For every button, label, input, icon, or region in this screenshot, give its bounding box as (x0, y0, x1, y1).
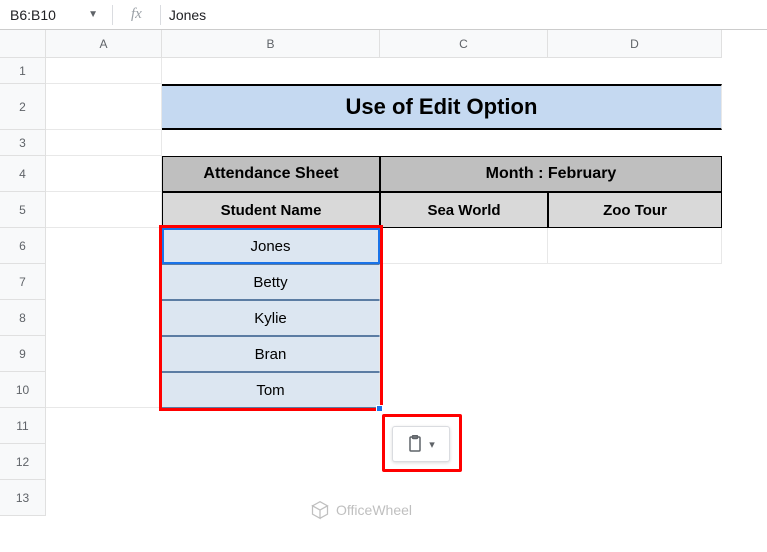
cell-a2[interactable] (46, 84, 162, 130)
row-header-2[interactable]: 2 (0, 84, 46, 130)
fill-handle[interactable] (376, 405, 383, 412)
row-header-6[interactable]: 6 (0, 228, 46, 264)
divider (112, 5, 113, 25)
row-header-3[interactable]: 3 (0, 130, 46, 156)
name-box-value: B6:B10 (10, 7, 56, 23)
row-header-13[interactable]: 13 (0, 480, 46, 516)
cell-a-range[interactable] (46, 228, 162, 408)
column-headers: A B C D (46, 30, 722, 58)
paste-options-button[interactable]: ▾ (392, 426, 450, 462)
col-header-b[interactable]: B (162, 30, 380, 58)
row-header-5[interactable]: 5 (0, 192, 46, 228)
select-all-corner[interactable] (0, 30, 46, 58)
student-name-header-cell[interactable]: Student Name (162, 192, 380, 228)
month-header-cell[interactable]: Month : February (380, 156, 722, 192)
row-header-4[interactable]: 4 (0, 156, 46, 192)
clipboard-icon (407, 435, 423, 453)
row-header-10[interactable]: 10 (0, 372, 46, 408)
spreadsheet-grid[interactable]: A B C D 1 2 3 4 5 6 7 8 9 10 11 12 13 Us… (0, 30, 767, 552)
cell-a1[interactable] (46, 58, 162, 84)
formula-input[interactable] (169, 7, 763, 23)
student-cell[interactable]: Jones (162, 228, 380, 264)
student-cell[interactable]: Bran (162, 336, 380, 372)
row-headers: 1 2 3 4 5 6 7 8 9 10 11 12 13 (0, 58, 46, 516)
row-header-1[interactable]: 1 (0, 58, 46, 84)
col-header-a[interactable]: A (46, 30, 162, 58)
cell-a3[interactable] (46, 130, 162, 156)
sea-world-header-cell[interactable]: Sea World (380, 192, 548, 228)
cell-a4[interactable] (46, 156, 162, 192)
row-header-8[interactable]: 8 (0, 300, 46, 336)
name-box[interactable]: B6:B10 ▼ (4, 5, 104, 25)
formula-bar-row: B6:B10 ▼ fx (0, 0, 767, 30)
student-cell[interactable]: Betty (162, 264, 380, 300)
chevron-down-icon: ▾ (429, 438, 435, 451)
fx-icon: fx (121, 6, 152, 23)
cell-d6[interactable] (548, 228, 722, 264)
zoo-tour-header-cell[interactable]: Zoo Tour (548, 192, 722, 228)
row-header-11[interactable]: 11 (0, 408, 46, 444)
row-header-12[interactable]: 12 (0, 444, 46, 480)
cell-c6[interactable] (380, 228, 548, 264)
student-cell[interactable]: Tom (162, 372, 380, 408)
row-header-9[interactable]: 9 (0, 336, 46, 372)
divider (160, 5, 161, 25)
title-cell[interactable]: Use of Edit Option (162, 84, 722, 130)
col-header-d[interactable]: D (548, 30, 722, 58)
chevron-down-icon[interactable]: ▼ (88, 9, 98, 20)
attendance-header-cell[interactable]: Attendance Sheet (162, 156, 380, 192)
cell-a5[interactable] (46, 192, 162, 228)
col-header-c[interactable]: C (380, 30, 548, 58)
student-cell[interactable]: Kylie (162, 300, 380, 336)
row-header-7[interactable]: 7 (0, 264, 46, 300)
